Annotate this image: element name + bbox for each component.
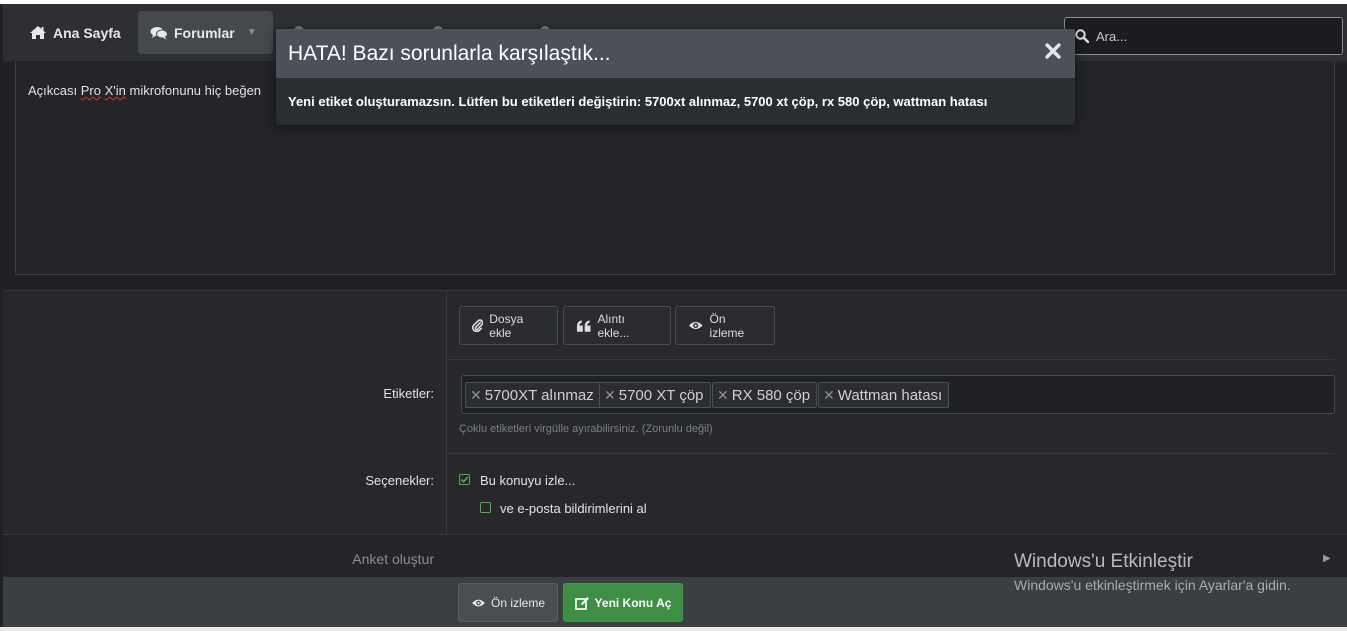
home-icon bbox=[30, 26, 46, 39]
tags-label: Etiketler: bbox=[383, 386, 434, 401]
preview-toolbar-label: Ön izleme bbox=[709, 311, 745, 340]
checkmark-icon bbox=[460, 476, 469, 483]
paperclip-icon bbox=[472, 319, 484, 332]
remove-tag-icon[interactable]: ✕ bbox=[604, 387, 616, 404]
edit-icon bbox=[574, 596, 589, 610]
error-dialog-message: Yeni etiket oluşturamazsın. Lütfen bu et… bbox=[288, 94, 988, 109]
nav-forums[interactable]: Forumlar ▼ bbox=[138, 11, 273, 54]
windows-activation-title: Windows'u Etkinleştir bbox=[1014, 551, 1193, 572]
tags-input[interactable]: ✕ 5700XT alınmaz ✕ 5700 XT çöp ✕ RX 580 çöp… bbox=[461, 375, 1335, 414]
remove-tag-icon[interactable]: ✕ bbox=[823, 387, 835, 404]
tag-item[interactable]: ✕ Wattman hatası bbox=[818, 382, 950, 408]
windows-activation-subtitle: Windows'u etkinleştirmek için Ayarlar'a … bbox=[1014, 577, 1291, 593]
row-divider bbox=[447, 359, 1335, 360]
error-dialog-title: HATA! Bazı sorunlarla karşılaştık... bbox=[288, 42, 611, 65]
insert-quote-label: Alıntı ekle... bbox=[597, 311, 630, 340]
attach-file-button[interactable]: Dosya ekle bbox=[459, 306, 558, 345]
nav-forums-label: Forumlar bbox=[174, 24, 235, 41]
new-topic-label: Yeni Konu Aç bbox=[594, 595, 672, 610]
tag-item[interactable]: ✕ 5700 XT çöp bbox=[599, 382, 711, 408]
chevron-right-icon: ▶ bbox=[1323, 553, 1331, 564]
eye-icon bbox=[472, 599, 485, 606]
create-poll-link[interactable]: Anket oluştur bbox=[352, 551, 434, 567]
nav-home[interactable]: Ana Sayfa bbox=[17, 11, 133, 54]
options-label: Seçenekler: bbox=[365, 473, 434, 488]
nav-home-label: Ana Sayfa bbox=[53, 24, 121, 41]
email-notifications-checkbox[interactable] bbox=[480, 502, 491, 513]
column-divider bbox=[446, 291, 447, 534]
error-dialog: HATA! Bazı sorunlarla karşılaştık... Yen… bbox=[276, 29, 1075, 125]
remove-tag-icon[interactable]: ✕ bbox=[717, 387, 729, 404]
watch-thread-checkbox[interactable] bbox=[459, 474, 470, 485]
search-icon bbox=[1075, 29, 1089, 43]
preview-button-label: Ön izleme bbox=[490, 595, 546, 610]
error-dialog-header: HATA! Bazı sorunlarla karşılaştık... bbox=[276, 29, 1075, 78]
email-notifications-label: ve e-posta bildirimlerini al bbox=[500, 501, 647, 516]
editor-text: Açıkcası Pro X'in mikrofonunu hiç beğen bbox=[28, 83, 262, 98]
eye-icon bbox=[688, 321, 703, 330]
close-icon[interactable] bbox=[1043, 41, 1063, 61]
new-topic-button[interactable]: Yeni Konu Aç bbox=[563, 583, 683, 622]
window-bottom-edge bbox=[0, 627, 1347, 631]
tags-hint: Çoklu etiketleri virgülle ayırabilirsini… bbox=[459, 423, 713, 435]
tag-item[interactable]: ✕ 5700XT alınmaz bbox=[465, 382, 601, 408]
remove-tag-icon[interactable]: ✕ bbox=[470, 387, 482, 404]
tag-item[interactable]: ✕ RX 580 çöp bbox=[712, 382, 818, 408]
attach-file-label: Dosya ekle bbox=[489, 311, 524, 340]
comments-icon bbox=[150, 26, 168, 39]
preview-toolbar-button[interactable]: Ön izleme bbox=[675, 306, 775, 345]
watch-thread-label: Bu konuyu izle... bbox=[480, 473, 576, 488]
search-placeholder: Ara... bbox=[1096, 28, 1128, 44]
search-input[interactable]: Ara... bbox=[1064, 17, 1343, 55]
insert-quote-button[interactable]: Alıntı ekle... bbox=[563, 306, 671, 345]
preview-button[interactable]: Ön izleme bbox=[458, 583, 558, 622]
row-divider bbox=[447, 453, 1335, 454]
chevron-down-icon[interactable]: ▼ bbox=[247, 27, 257, 38]
quote-icon bbox=[576, 319, 591, 332]
